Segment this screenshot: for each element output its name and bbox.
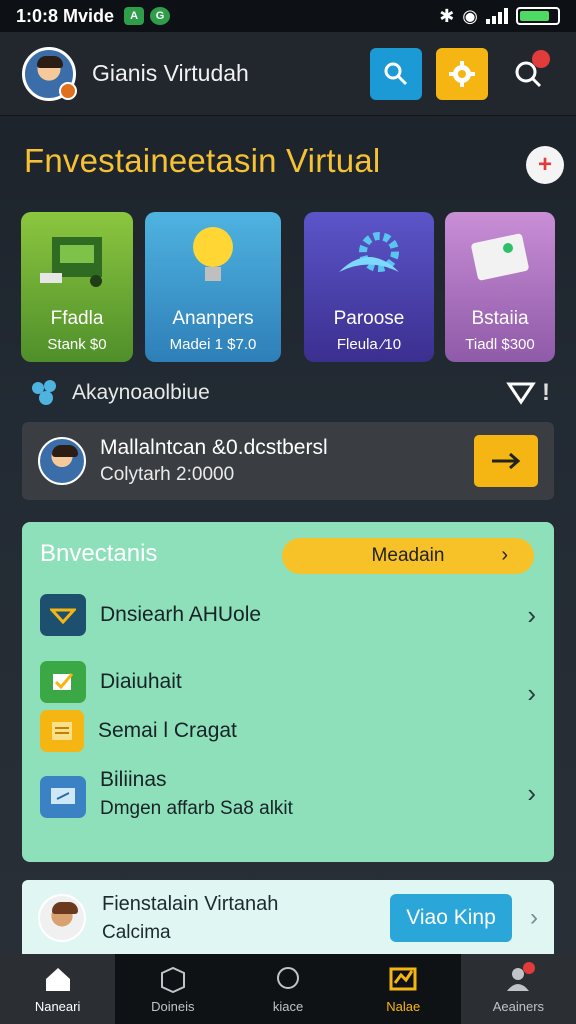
category-card[interactable]: Paroose Fleula ⁄10 (304, 212, 434, 362)
settings-button[interactable] (436, 47, 488, 100)
more-icon[interactable]: ! (542, 379, 550, 407)
category-card[interactable]: Bstaiia Tiadl $300 (445, 212, 555, 362)
status-icons: ✱ ◉ (439, 6, 560, 27)
promo-cta-button[interactable]: Viao Kinp (390, 894, 512, 942)
nav-account[interactable]: Aeainers (460, 954, 576, 1024)
banner-arrow-button[interactable] (474, 435, 538, 487)
panel-title: Bnvectanis (40, 540, 158, 567)
machine-illustration-icon (21, 212, 133, 302)
promo-card[interactable]: Fienstalain Virtanah Calcima Viao Kinp › (22, 880, 554, 956)
promo-title: Fienstalain Virtanah (102, 892, 279, 915)
list-item-subtitle: Dmgen affarb Sa8 alkit (100, 798, 293, 819)
list-item[interactable]: Diaiuhait › (40, 654, 536, 709)
home-icon (45, 967, 70, 991)
filter-row: Akaynoaolbiue ! (30, 376, 550, 410)
list-item[interactable]: Dnsiearh AHUole › (40, 594, 536, 636)
search-button[interactable] (370, 47, 422, 100)
category-name: Bstaiia (471, 308, 529, 329)
header-actions (370, 47, 554, 100)
chevron-right-icon: › (527, 778, 536, 808)
signal-icon (486, 8, 508, 24)
monitor-icon (40, 776, 86, 818)
category-name: Paroose (333, 308, 405, 329)
list-item-label: Dnsiearh AHUole (100, 603, 262, 626)
category-card[interactable]: Ffadla Stank $0 (21, 212, 133, 362)
app-notification-icon: A (124, 7, 145, 25)
profile-banner[interactable]: Mallalntcan &0.dcstbersl Colytarh 2:0000 (22, 422, 554, 500)
chevron-right-icon: › (530, 904, 538, 931)
app-header: Gianis Virtudah (0, 32, 576, 116)
nav-boxes[interactable]: Doineis (115, 954, 230, 1024)
chevron-right-icon: › (527, 678, 536, 708)
calculator-icon (445, 212, 555, 302)
notifications-button[interactable] (502, 48, 554, 100)
panel-action-label: Meadain (371, 545, 445, 566)
nav-activity[interactable]: Nalae (346, 954, 461, 1024)
panel-action-button[interactable]: Meadain › (282, 538, 534, 574)
search-icon (384, 62, 408, 85)
category-name: Ffadla (50, 308, 104, 329)
nav-label: Doineis (151, 998, 195, 1014)
puzzle-icon (32, 380, 56, 405)
page-title: Fnvestaineetasin Virtual (24, 142, 381, 179)
add-button[interactable]: + (526, 146, 564, 184)
bluetooth-icon: ✱ (439, 5, 455, 26)
nav-label: Aeainers (492, 998, 545, 1014)
checkbox-icon (40, 660, 86, 703)
list-item-label: Biliinas (100, 768, 167, 791)
nav-search[interactable]: kiace (230, 954, 345, 1024)
category-price: Fleula ⁄10 (336, 336, 402, 353)
notification-count-badge (532, 49, 550, 68)
chart-icon (389, 967, 417, 990)
box-icon (160, 966, 185, 993)
filter-icon[interactable] (506, 378, 536, 408)
chevron-right-icon: › (501, 544, 508, 566)
banner-title: Mallalntcan &0.dcstbersl (100, 436, 328, 459)
search-icon (277, 966, 299, 989)
nav-label: Naneari (34, 998, 81, 1014)
notification-badges: A G (124, 7, 171, 25)
gear-icon (449, 60, 475, 87)
banner-subtitle: Colytarh 2:0000 (100, 464, 235, 485)
user-avatar[interactable] (22, 46, 77, 101)
filter-label: Akaynoaolbiue (72, 381, 210, 404)
investments-panel: Bnvectanis Meadain › Dnsiearh AHUole › D… (22, 522, 554, 862)
nav-label: Nalae (386, 998, 421, 1014)
category-price: Stank $0 (47, 336, 107, 353)
category-cards: Ffadla Stank $0 Ananpers Madei 1 $7.0 Pa… (21, 212, 561, 364)
arrow-right-icon (492, 452, 521, 470)
category-price: Tiadl $300 (465, 336, 535, 353)
bottom-navigation: Naneari Doineis kiace Nalae Aeainers (0, 954, 576, 1024)
banner-avatar (38, 437, 86, 485)
chevron-right-icon: › (527, 599, 536, 630)
promo-avatar (38, 894, 86, 942)
status-bar: 1:0:8 Mvide A G ✱ ◉ (0, 0, 576, 32)
account-notification-dot (522, 962, 535, 974)
lightbulb-icon (145, 212, 281, 302)
promo-subtitle: Calcima (102, 921, 171, 943)
document-icon (40, 710, 84, 752)
list-item-label: Diaiuhait (100, 669, 182, 693)
status-time: 1:0:8 Mvide (16, 5, 115, 26)
category-price: Madei 1 $7.0 (169, 336, 257, 353)
category-name: Ananpers (172, 308, 254, 329)
category-card[interactable]: Ananpers Madei 1 $7.0 (145, 212, 281, 362)
list-item[interactable]: Semai l Cragat (40, 710, 536, 752)
nav-home[interactable]: Naneari (0, 954, 116, 1024)
battery-icon (516, 7, 560, 25)
gear-wing-icon (304, 212, 434, 302)
hat-icon (40, 594, 86, 636)
list-item-label: Semai l Cragat (98, 719, 237, 742)
list-item[interactable]: Biliinas Dmgen affarb Sa8 alkit › (40, 768, 536, 820)
username: Gianis Virtudah (92, 60, 249, 86)
app-notification-icon: G (150, 7, 171, 25)
location-icon: ◉ (462, 5, 478, 26)
nav-label: kiace (272, 998, 304, 1014)
